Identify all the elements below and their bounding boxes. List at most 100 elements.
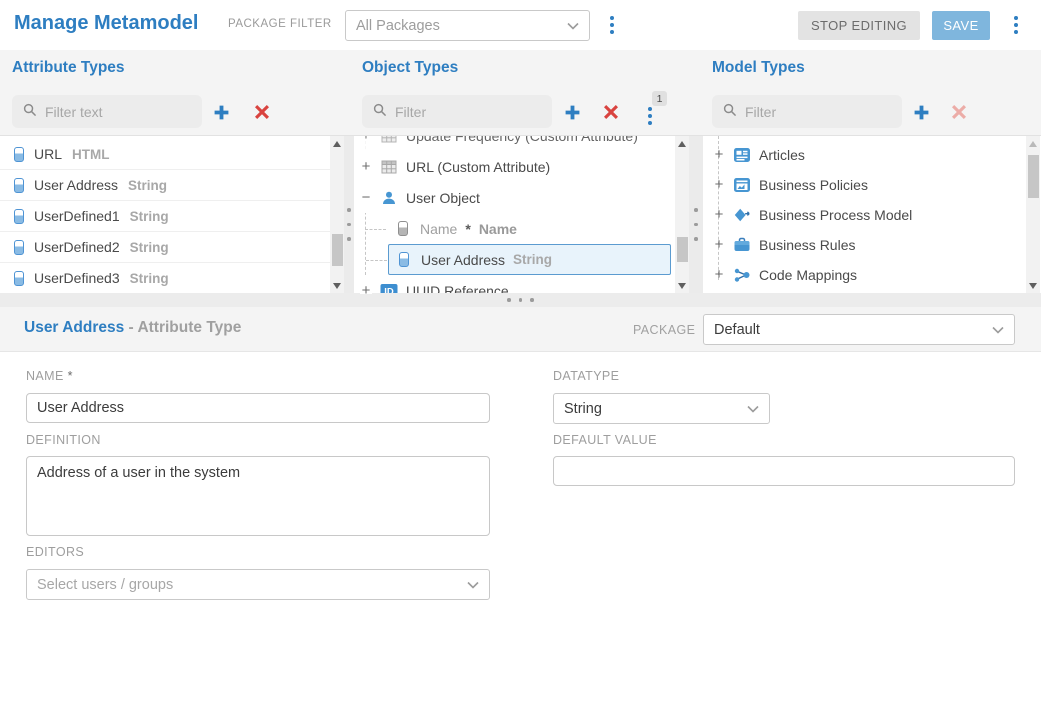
delete-model-type-button-disabled[interactable] (947, 100, 971, 124)
datatype-value: String (564, 401, 602, 417)
package-filter-menu-icon[interactable] (604, 12, 620, 38)
tree-row-label: Articles (759, 147, 805, 163)
horizontal-splitter-handle[interactable] (0, 293, 1041, 307)
collapse-toggle[interactable]: − (360, 192, 372, 204)
tree-row-label: Name (420, 221, 457, 237)
attribute-icon (14, 209, 24, 224)
scroll-thumb[interactable] (677, 237, 688, 262)
attribute-name: URL (34, 146, 62, 162)
expand-toggle[interactable]: + (713, 269, 725, 281)
metamodel-panels: Attribute Types Object Types Model Types… (0, 50, 1041, 307)
attribute-name: UserDefined2 (34, 239, 120, 255)
attribute-filter-input[interactable] (45, 104, 185, 120)
package-select[interactable]: Default (703, 314, 1015, 345)
process-diamond-icon (733, 206, 751, 224)
package-label: PACKAGE (633, 323, 695, 337)
object-filter-input[interactable] (395, 104, 535, 120)
attribute-datatype: Name (479, 221, 517, 237)
detail-title-type: - Attribute Type (129, 319, 242, 336)
package-filter-label: PACKAGE FILTER (228, 18, 332, 30)
model-filter-input[interactable] (745, 104, 885, 120)
default-value-field[interactable] (553, 456, 1015, 486)
add-object-type-button[interactable] (560, 100, 584, 124)
tree-row[interactable]: + Business Process Model (703, 200, 1026, 230)
attribute-filter-field[interactable] (12, 95, 202, 128)
expand-toggle[interactable]: + (713, 239, 725, 251)
scroll-up-arrow[interactable] (1029, 141, 1037, 147)
object-filter-field[interactable] (362, 95, 552, 128)
tree-row[interactable]: + URL (Custom Attribute) (354, 151, 675, 182)
name-field[interactable] (26, 393, 490, 423)
scroll-thumb[interactable] (332, 234, 343, 266)
expand-toggle[interactable]: + (713, 149, 725, 161)
page-title: Manage Metamodel (14, 12, 198, 35)
scroll-down-arrow[interactable] (678, 283, 686, 289)
tree-row-label: Business Policies (759, 177, 868, 193)
expand-toggle[interactable]: + (360, 161, 372, 173)
article-icon (733, 146, 751, 164)
model-filter-field[interactable] (712, 95, 902, 128)
attribute-datatype: String (130, 271, 169, 286)
tree-row[interactable]: + ID UUID Reference (354, 275, 675, 294)
expand-toggle[interactable]: + (360, 285, 372, 295)
list-item[interactable]: User Address String (0, 170, 330, 201)
tree-row-selected[interactable]: User Address String (388, 244, 671, 275)
package-value: Default (714, 322, 760, 338)
scroll-thumb[interactable] (1028, 155, 1039, 198)
attribute-name: User Address (34, 177, 118, 193)
tree-row[interactable]: + Business Policies (703, 170, 1026, 200)
object-types-tree: + Update Frequency (Custom Attribute) + … (354, 136, 675, 294)
panel-splitter-handle[interactable] (689, 136, 703, 294)
manage-metamodel-window: Manage Metamodel PACKAGE FILTER All Pack… (0, 0, 1041, 727)
list-item[interactable]: URL HTML (0, 139, 330, 170)
attribute-icon (395, 252, 413, 267)
attribute-list-scrollbar[interactable] (330, 136, 344, 294)
tree-row[interactable]: + Business Rules (703, 230, 1026, 260)
required-asterisk: * (68, 369, 73, 383)
list-item[interactable]: UserDefined3 String (0, 263, 330, 294)
scroll-down-arrow[interactable] (333, 283, 341, 289)
delete-attribute-type-button[interactable] (250, 100, 274, 124)
add-model-type-button[interactable] (909, 100, 933, 124)
attribute-datatype: HTML (72, 147, 110, 162)
object-tree-scrollbar[interactable] (675, 136, 689, 294)
toolbar-menu-icon[interactable] (1008, 12, 1024, 38)
list-item[interactable]: UserDefined2 String (0, 232, 330, 263)
package-filter-value: All Packages (356, 18, 440, 34)
model-types-tree: + Articles + Business Policies + Busines… (703, 136, 1026, 294)
search-icon (22, 102, 37, 122)
expand-toggle[interactable]: + (713, 179, 725, 191)
person-icon (380, 190, 398, 206)
scroll-down-arrow[interactable] (1029, 283, 1037, 289)
attribute-datatype: String (128, 178, 167, 193)
briefcase-icon (733, 236, 751, 254)
datatype-select[interactable]: String (553, 393, 770, 424)
object-types-menu-badge: 1 (652, 91, 667, 106)
attribute-datatype: String (130, 209, 169, 224)
name-label: NAME * (26, 369, 73, 383)
editors-select[interactable]: Select users / groups (26, 569, 490, 600)
tree-row[interactable]: + Articles (703, 140, 1026, 170)
save-button[interactable]: SAVE (932, 11, 990, 40)
delete-object-type-button[interactable] (599, 100, 623, 124)
tree-row[interactable]: Name * Name (388, 213, 675, 244)
list-item[interactable]: UserDefined1 String (0, 201, 330, 232)
expand-toggle[interactable]: + (713, 209, 725, 221)
tree-row[interactable]: + Code Mappings (703, 260, 1026, 290)
model-tree-scrollbar[interactable] (1026, 136, 1040, 294)
add-attribute-type-button[interactable] (209, 100, 233, 124)
package-filter-select[interactable]: All Packages (345, 10, 590, 41)
scroll-up-arrow[interactable] (678, 141, 686, 147)
tree-row[interactable]: + Update Frequency (Custom Attribute) (354, 136, 675, 151)
scroll-up-arrow[interactable] (333, 141, 341, 147)
stop-editing-button[interactable]: STOP EDITING (798, 11, 920, 40)
panel-splitter-handle[interactable] (344, 136, 354, 294)
tree-row[interactable]: − User Object (354, 182, 675, 213)
model-types-title: Model Types (712, 59, 805, 77)
object-types-menu[interactable]: 1 (642, 98, 658, 129)
object-types-menu-icon[interactable] (642, 103, 658, 129)
expand-toggle[interactable]: + (360, 136, 372, 142)
tree-row-label: User Object (406, 190, 480, 206)
definition-field[interactable]: Address of a user in the system (26, 456, 490, 536)
attribute-types-list: URL HTML User Address String UserDefined… (0, 136, 330, 294)
